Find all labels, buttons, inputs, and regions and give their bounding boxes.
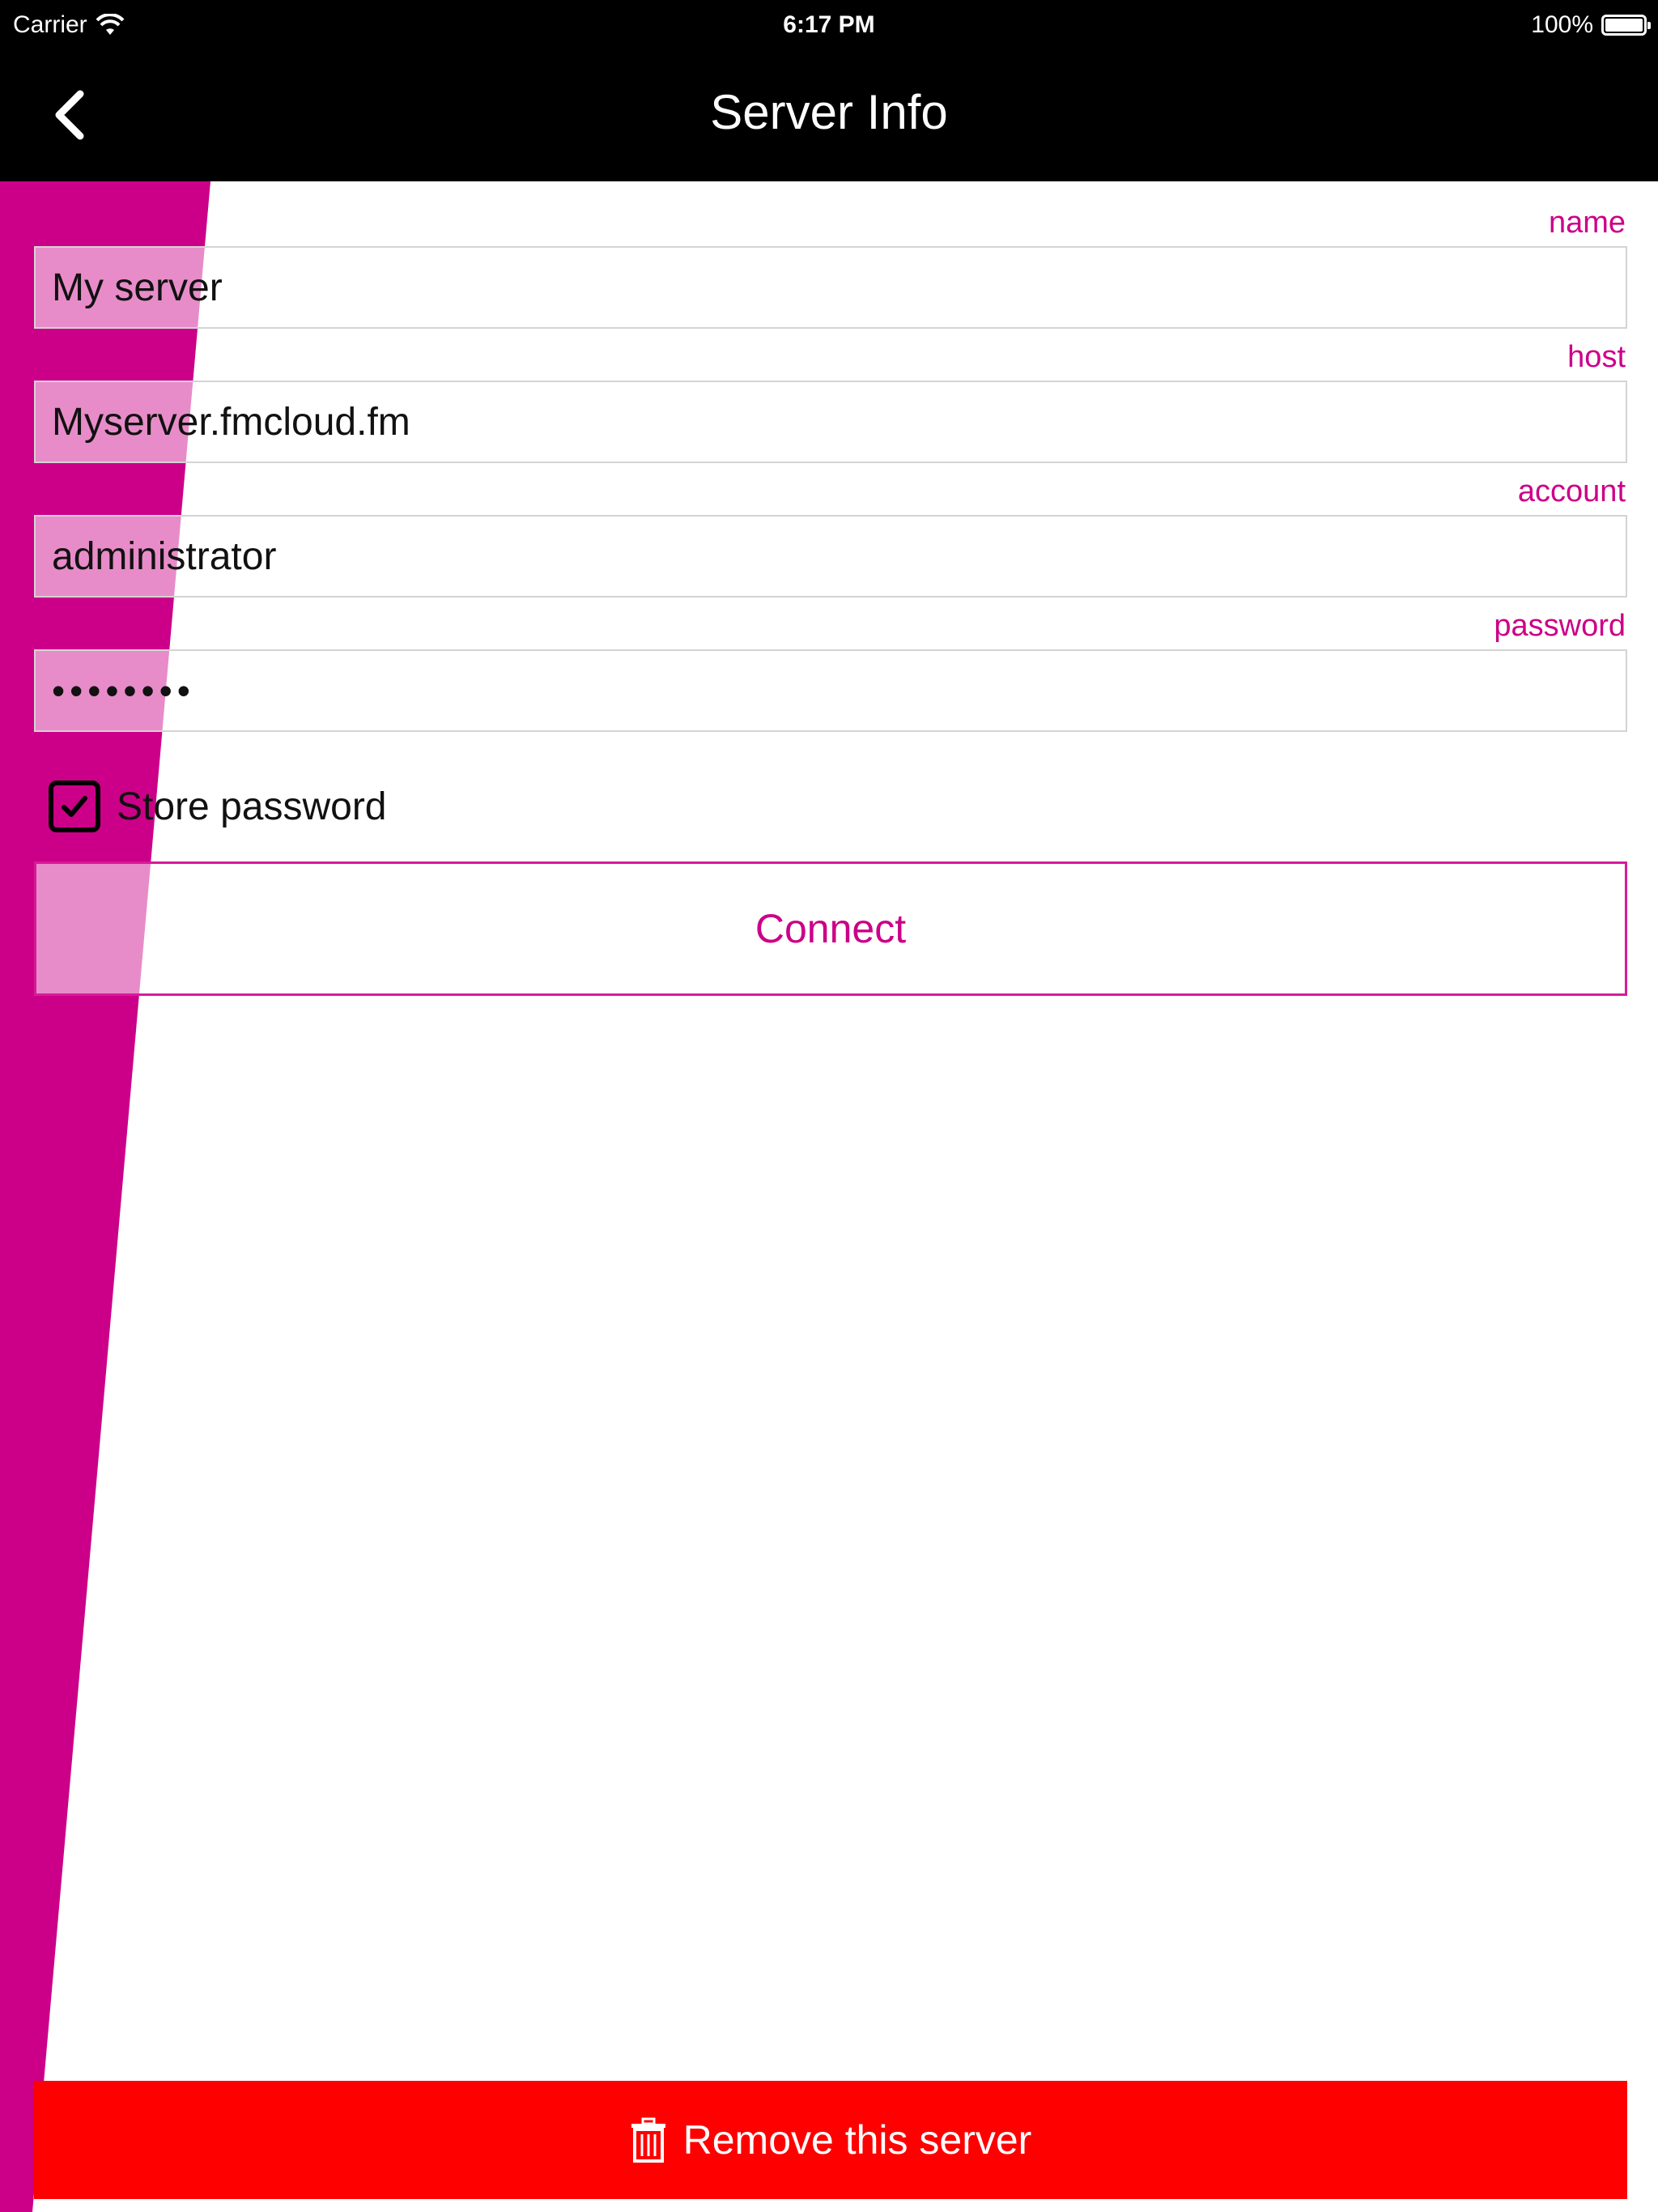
battery-percent: 100% [1531,11,1593,38]
password-label: password [1494,609,1626,643]
checkmark-icon [62,796,87,817]
status-bar: Carrier 6:17 PM 100% [0,0,1658,53]
trash-icon [631,2117,665,2163]
connect-label: Connect [755,906,907,951]
nav-bar: Server Info [0,53,1658,181]
store-password-row[interactable]: Store password [34,766,387,847]
status-time: 6:17 PM [783,11,875,38]
background-wedge [0,181,210,2212]
page-title: Server Info [710,85,948,139]
password-input[interactable] [34,649,1627,732]
battery-info: 100% [1531,11,1651,39]
name-label: name [1548,206,1626,240]
account-label: account [1517,474,1626,508]
remove-server-label: Remove this server [682,2117,1032,2163]
battery-icon [1601,15,1651,36]
store-password-label: Store password [117,785,387,828]
host-input[interactable] [34,381,1627,463]
account-input[interactable] [34,515,1627,598]
connect-button[interactable]: Connect [34,861,1627,996]
name-input[interactable] [34,246,1627,329]
host-label: host [1567,340,1626,374]
store-password-checkbox[interactable] [49,781,100,832]
remove-server-button[interactable]: Remove this server [34,2081,1627,2199]
